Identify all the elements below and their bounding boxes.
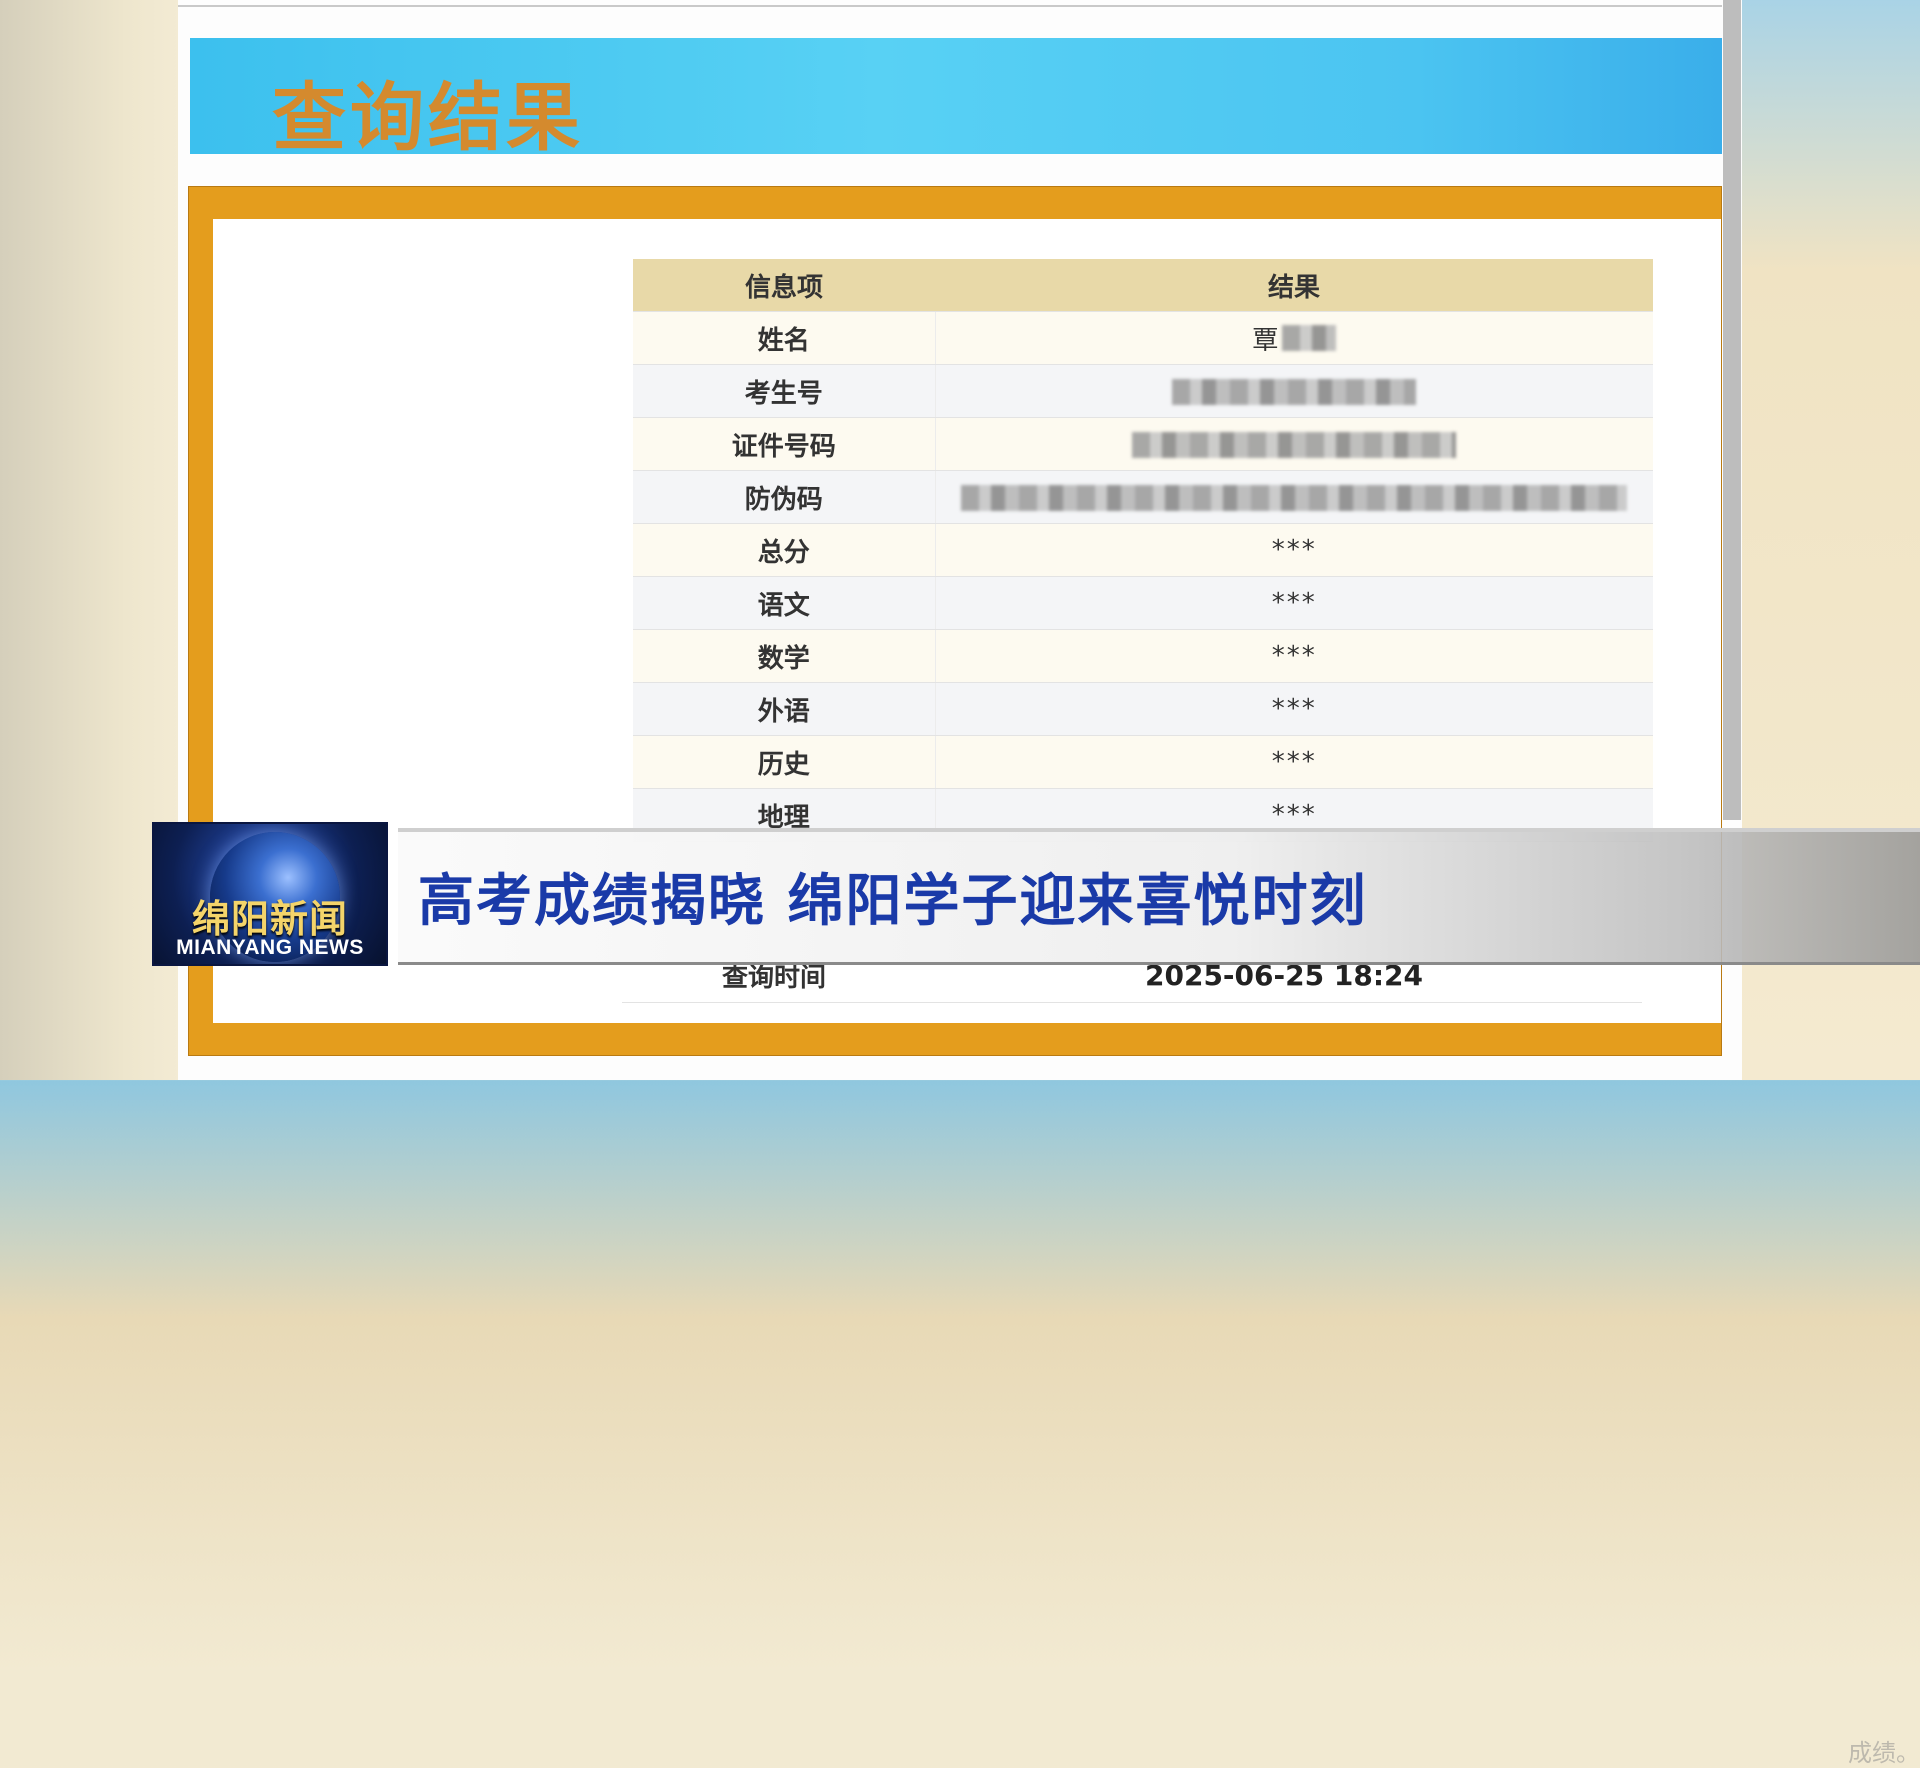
masked-anti-fake-code	[961, 484, 1628, 511]
row-value-id-number	[935, 417, 1653, 471]
table-row: 外语 ***	[633, 682, 1653, 736]
banner-title: 查询结果	[272, 75, 584, 161]
row-value-exam-number	[935, 364, 1653, 418]
row-label-name: 姓名	[633, 311, 936, 365]
row-value-math: ***	[935, 629, 1653, 683]
row-value-name: 覃	[935, 311, 1653, 365]
row-label-id-number: 证件号码	[633, 417, 936, 471]
row-label-history: 历史	[633, 735, 936, 789]
table-row: 考生号	[633, 364, 1653, 418]
logo-chinese-text: 绵阳新闻	[191, 897, 348, 941]
table-row: 语文 ***	[633, 576, 1653, 630]
name-surname: 覃	[1252, 325, 1279, 356]
lower-third-accent	[398, 828, 1920, 832]
masked-id-number	[1132, 431, 1457, 458]
result-banner: 查询结果	[190, 38, 1722, 161]
row-label-math: 数学	[633, 629, 936, 683]
row-value-foreign-language: ***	[935, 682, 1653, 736]
faint-background-note: 成绩。	[1848, 1739, 1920, 1767]
row-value-chinese: ***	[935, 576, 1653, 630]
row-label-exam-number: 考生号	[633, 364, 936, 418]
page-top-divider	[178, 5, 1722, 7]
row-value-anti-fake-code	[935, 470, 1653, 524]
news-lower-third: 高考成绩揭晓 绵阳学子迎来喜悦时刻 成绩。	[398, 828, 1920, 1767]
table-row: 总分 ***	[633, 523, 1653, 577]
page-scrollbar[interactable]	[1723, 0, 1741, 820]
masked-name	[1282, 325, 1337, 351]
mianyang-news-logo: 绵阳新闻 MIANYANG NEWS	[152, 822, 388, 966]
table-row: 姓名 覃	[633, 311, 1653, 365]
row-label-anti-fake-code: 防伪码	[633, 470, 936, 524]
result-table: 信息项 结果 姓名 覃 考生号 证件号码 防伪码 总分 *** 语文 *** 数…	[633, 259, 1653, 842]
masked-exam-number	[1172, 378, 1417, 405]
row-label-total: 总分	[633, 523, 936, 577]
row-value-history: ***	[935, 735, 1653, 789]
table-row: 证件号码	[633, 417, 1653, 471]
row-value-total: ***	[935, 523, 1653, 577]
logo-english-text: MIANYANG NEWS	[176, 936, 364, 959]
row-label-foreign-language: 外语	[633, 682, 936, 736]
table-row: 防伪码	[633, 470, 1653, 524]
header-result: 结果	[935, 259, 1653, 312]
table-row: 历史 ***	[633, 735, 1653, 789]
table-header-row: 信息项 结果	[633, 259, 1653, 312]
table-row: 数学 ***	[633, 629, 1653, 683]
header-info-item: 信息项	[633, 259, 935, 312]
row-label-chinese: 语文	[633, 576, 936, 630]
news-headline: 高考成绩揭晓 绵阳学子迎来喜悦时刻	[418, 869, 1368, 934]
